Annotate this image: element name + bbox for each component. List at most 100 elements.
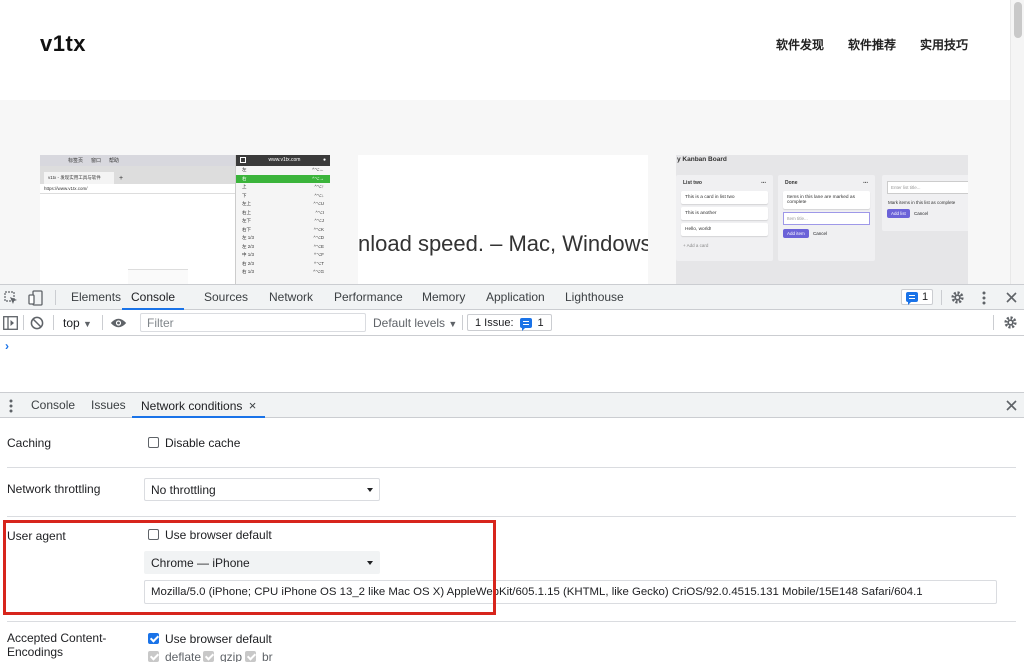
red-highlight-box [3, 520, 496, 615]
mini-menu-row: 左上 ^⌥U [236, 200, 330, 209]
kanban-list-input: Enter list title... [887, 181, 968, 194]
mini-menu-row-label: 左 1/3 [242, 235, 255, 240]
mini-menu-row-label: 左上 [242, 201, 251, 206]
eye-icon[interactable] [110, 318, 127, 328]
kanban-column-1: List two ⋯ This is a card in list two Thi… [676, 175, 773, 261]
card2-headline: nload speed. – Mac, Windows [358, 231, 648, 256]
caching-label: Caching [7, 436, 52, 450]
kanban-add-list-button: Add list [887, 209, 910, 218]
log-levels-dropdown[interactable]: Default levels ▼ [373, 316, 457, 330]
mini-url-bar: https://www.v1tx.com/ [40, 184, 235, 194]
page-scrollbar[interactable] [1010, 0, 1024, 284]
mini-menu-row-shortcut: ^⌥E [313, 243, 324, 249]
mini-menu-row-shortcut: ^⌥J [314, 218, 324, 223]
enc-use-default-checkbox[interactable] [148, 633, 159, 644]
kanban-add-item-button: Add item [783, 229, 809, 238]
context-label: top [63, 316, 80, 330]
disable-cache-label: Disable cache [165, 436, 241, 450]
console-settings-gear-icon[interactable] [1003, 315, 1018, 330]
mini-tab: v1tx - 发现实用工具与软件 [44, 172, 114, 184]
mini-menu-item: 帮助 [109, 158, 120, 164]
network-conditions-panel: Caching Disable cache Network throttling… [0, 418, 1024, 662]
mini-menu-row: 上 ^⌥↑ [236, 183, 330, 192]
article-card-3[interactable]: y Kanban Board List two ⋯ This is a card … [676, 155, 968, 284]
inspect-element-icon[interactable] [4, 291, 18, 305]
nav-software-recommend[interactable]: 软件推荐 [848, 36, 896, 53]
throttling-select[interactable]: No throttling [144, 478, 380, 501]
mini-menu-row: 中 1/3 ^⌥F [236, 251, 330, 260]
drawer-tab-network-conditions[interactable]: Network conditions × [132, 393, 266, 418]
kanban-cancel: Cancel [813, 231, 828, 236]
mini-menu-row-shortcut: ^⌥→ [312, 175, 324, 181]
divider [55, 290, 56, 305]
console-output[interactable]: › [0, 336, 1024, 392]
close-icon[interactable] [1006, 292, 1017, 303]
message-icon [906, 292, 918, 305]
tab-sources[interactable]: Sources [204, 285, 248, 310]
tab-network[interactable]: Network [269, 285, 313, 310]
article-card-2[interactable]: nload speed. – Mac, Windows [358, 155, 648, 284]
site-logo[interactable]: v1tx [40, 31, 86, 57]
mini-menu-row-label: 右 2/3 [242, 260, 255, 266]
mini-menu-row: 左下 ^⌥J [236, 217, 330, 226]
tab-application[interactable]: Application [486, 285, 545, 310]
mini-menu-host: www.v1tx.com [268, 157, 301, 163]
divider [462, 315, 463, 330]
encodings-label: Accepted Content-Encodings [7, 631, 107, 659]
mini-menu-row: 下 ^⌥↓ [236, 192, 330, 201]
context-selector[interactable]: top ▼ [63, 316, 92, 330]
issues-link-button[interactable]: 1 Issue: 1 [467, 314, 552, 331]
chevron-down-icon [367, 488, 373, 492]
console-filter-input[interactable]: Filter [140, 313, 366, 332]
drawer-tab-bar: Console Issues Network conditions × [0, 392, 1024, 418]
mini-menu-row-shortcut: ^⌥← [312, 167, 324, 172]
kanban-col-header: Done ⋯ [785, 180, 868, 186]
grid-icon [240, 157, 246, 163]
throttling-value: No throttling [151, 483, 216, 497]
mini-menu-row-label: 下 [242, 192, 247, 198]
gear-icon[interactable] [950, 290, 965, 305]
drawer-tab-issues[interactable]: Issues [91, 393, 126, 418]
levels-label: Default levels [373, 316, 446, 330]
drawer-tab-console[interactable]: Console [31, 393, 75, 418]
mini-menu-rows: 左 ^⌥← 右 ^⌥→ 上 ^⌥↑ 下 ^⌥↓ 左上 ^⌥U 右上 ^⌥I 左下 ^⌥J 右下 ^⌥K 左 1/… [236, 166, 330, 277]
mini-menu-item: 窗口 [91, 158, 102, 164]
close-tab-icon[interactable]: × [249, 398, 257, 413]
scrollbar-thumb[interactable] [1014, 2, 1022, 38]
nav-practical-tips[interactable]: 实用技巧 [920, 36, 968, 53]
divider [941, 290, 942, 305]
mini-menu-row-label: 中 1/3 [242, 252, 255, 257]
mini-menu-item: 标签页 [68, 158, 84, 164]
devtools-tab-bar: Elements Console Sources Network Perform… [0, 284, 1024, 310]
mini-menu-row-shortcut: ^⌥D [313, 235, 324, 240]
mini-menu-row-shortcut: ^⌥↓ [314, 192, 324, 198]
sidebar-toggle-icon[interactable] [3, 316, 18, 330]
divider [993, 315, 994, 330]
mini-menu-row-label: 左 2/3 [242, 243, 255, 249]
issues-label: 1 Issue: [475, 316, 514, 329]
br-label: br [262, 650, 273, 662]
article-card-1[interactable]: 标签页 窗口 帮助 v1tx - 发现实用工具与软件 + https://www… [40, 155, 330, 284]
kanban-actions: Add item Cancel [781, 228, 872, 239]
drawer-menu-icon[interactable] [9, 399, 13, 413]
tab-elements[interactable]: Elements [71, 285, 121, 310]
issues-count: 1 [922, 291, 929, 303]
tab-performance[interactable]: Performance [334, 285, 403, 310]
tab-lighthouse[interactable]: Lighthouse [565, 285, 624, 310]
divider [102, 315, 103, 330]
issues-counter-button[interactable]: 1 [901, 289, 934, 305]
more-vertical-icon[interactable] [982, 291, 986, 305]
divider [7, 516, 1016, 517]
device-toolbar-icon[interactable] [28, 290, 44, 306]
kanban-item-input: Item title... [783, 212, 870, 225]
mini-menu-row: 右上 ^⌥I [236, 209, 330, 218]
kanban-column-3: Enter list title... Mark items in this l… [882, 175, 968, 231]
clear-console-icon[interactable] [30, 316, 44, 330]
site-nav: 软件发现 软件推荐 实用技巧 [776, 36, 968, 53]
tab-memory[interactable]: Memory [422, 285, 465, 310]
tab-console[interactable]: Console [122, 285, 185, 310]
mini-menu-row-shortcut: ^⌥↑ [314, 184, 324, 189]
disable-cache-checkbox[interactable] [148, 437, 159, 448]
close-drawer-icon[interactable] [1006, 400, 1017, 411]
nav-software-discovery[interactable]: 软件发现 [776, 36, 824, 53]
